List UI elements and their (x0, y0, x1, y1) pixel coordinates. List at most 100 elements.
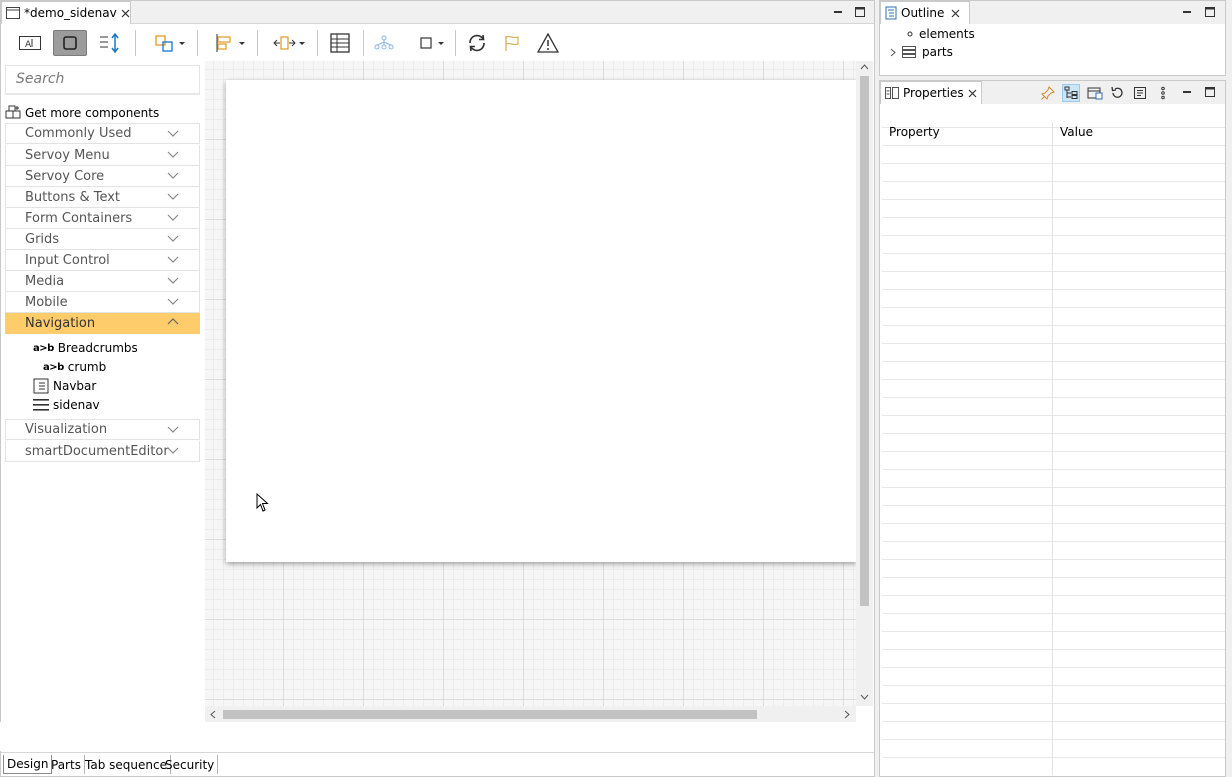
category-label: Visualization (25, 422, 108, 437)
distribute-dropdown-button[interactable] (269, 30, 309, 56)
properties-tab-bar: Properties (880, 81, 1225, 104)
maximize-icon[interactable] (1202, 4, 1218, 20)
warning-button[interactable] (534, 30, 562, 56)
toolbar-separator (317, 30, 318, 56)
properties-title: Properties (903, 86, 964, 100)
minimize-icon[interactable] (830, 4, 846, 20)
tab-tab-sequence[interactable]: Tab sequence (82, 755, 171, 774)
restore-default-icon[interactable] (1108, 84, 1126, 102)
category-label: Servoy Core (25, 168, 105, 184)
tab-security[interactable]: Security (162, 755, 219, 774)
component-breadcrumbs[interactable]: a>b Breadcrumbs (33, 339, 138, 357)
label-mode-button[interactable]: A (13, 30, 47, 56)
filter-advanced-icon[interactable] (1086, 84, 1104, 102)
editor-tab[interactable]: *demo_sidenav (1, 1, 131, 24)
scroll-up-icon[interactable] (860, 64, 869, 70)
scroll-right-icon[interactable] (844, 710, 850, 719)
chevron-down-icon (167, 212, 179, 222)
svg-text:A: A (25, 40, 32, 50)
maximize-icon[interactable] (852, 4, 868, 20)
component-label: sidenav (53, 398, 100, 412)
component-sidenav[interactable]: sidenav (33, 396, 100, 414)
properties-view: Properties Property Value (879, 80, 1226, 777)
component-crumb[interactable]: a>b crumb (43, 358, 106, 376)
outline-item-elements[interactable]: elements (907, 27, 975, 41)
properties-table[interactable]: Property Value (882, 123, 1225, 775)
view-menu-icon[interactable] (1154, 84, 1172, 102)
component-outline-button[interactable] (53, 30, 87, 56)
minimize-icon[interactable] (1179, 4, 1195, 20)
category-smartdocumenteditor[interactable]: smartDocumentEditor (5, 441, 200, 462)
maximize-icon[interactable] (1202, 84, 1218, 100)
search-input[interactable]: Search (5, 65, 200, 95)
vertical-scrollbar-thumb[interactable] (860, 76, 869, 606)
category-navigation[interactable]: Navigation (5, 313, 200, 334)
close-icon[interactable] (121, 6, 130, 20)
close-icon[interactable] (948, 6, 962, 20)
category-servoy-core[interactable]: Servoy Core (5, 166, 200, 187)
form-icon (6, 7, 20, 19)
category-input-control[interactable]: Input Control (5, 250, 200, 271)
pin-icon[interactable] (1039, 84, 1057, 102)
tab-parts[interactable]: Parts (48, 755, 85, 774)
hierarchy-button[interactable] (371, 30, 397, 56)
category-mobile[interactable]: Mobile (5, 292, 200, 313)
mouse-cursor-icon (256, 493, 270, 513)
close-icon[interactable] (968, 86, 977, 100)
category-visualization[interactable]: Visualization (5, 419, 200, 440)
resize-vertical-button[interactable] (95, 30, 125, 56)
outline-tab[interactable]: Outline (880, 1, 970, 24)
column-header-property[interactable]: Property (889, 125, 940, 139)
package-icon (5, 105, 21, 121)
chevron-down-icon (167, 149, 179, 159)
scroll-left-icon[interactable] (210, 710, 216, 719)
chevron-down-icon (167, 170, 179, 180)
outline-tab-bar: Outline (880, 1, 1225, 24)
category-servoy-menu[interactable]: Servoy Menu (5, 145, 200, 166)
category-grids[interactable]: Grids (5, 229, 200, 250)
tab-design[interactable]: Design (3, 755, 53, 774)
tab-label: Tab sequence (85, 757, 167, 772)
horizontal-scrollbar-thumb[interactable] (223, 710, 757, 719)
category-label: Servoy Menu (25, 147, 110, 163)
chevron-down-icon (167, 128, 179, 138)
tab-label: Design (7, 757, 49, 771)
category-label: Grids (25, 231, 60, 247)
align-dropdown-button[interactable] (209, 30, 249, 56)
group-dropdown-button[interactable] (149, 30, 189, 56)
chevron-right-icon[interactable] (890, 48, 896, 57)
outline-item-parts[interactable]: parts (890, 45, 953, 59)
bullet-icon (907, 31, 913, 37)
category-commonly-used[interactable]: Commonly Used (5, 123, 200, 144)
column-header-value[interactable]: Value (1060, 125, 1093, 139)
document-icon[interactable] (1131, 84, 1149, 102)
column-separator[interactable] (1052, 123, 1053, 775)
breadcrumb-icon: a>b (43, 361, 64, 373)
categories-toggle-icon[interactable] (1062, 84, 1080, 102)
category-label: smartDocumentEditor (25, 443, 169, 459)
category-buttons-text[interactable]: Buttons & Text (5, 187, 200, 208)
editor-tab-title: *demo_sidenav (24, 6, 117, 20)
tab-label: Parts (51, 757, 81, 772)
category-media[interactable]: Media (5, 271, 200, 292)
scroll-down-icon[interactable] (860, 694, 869, 700)
get-more-components-link[interactable]: Get more components (5, 105, 159, 121)
toolbar-separator (455, 30, 456, 56)
selection-dropdown-button[interactable] (415, 30, 449, 56)
editor-toolbar: A (1, 25, 874, 61)
table-view-button[interactable] (327, 30, 353, 56)
toolbar-separator (257, 30, 258, 56)
flag-button[interactable] (499, 30, 525, 56)
minimize-icon[interactable] (1179, 84, 1195, 100)
parts-icon (902, 46, 916, 58)
component-navbar[interactable]: Navbar (33, 377, 96, 395)
properties-tab[interactable]: Properties (880, 81, 982, 104)
refresh-button[interactable] (463, 30, 491, 56)
get-more-components-label: Get more components (25, 106, 160, 120)
editor-footer-area (0, 722, 873, 751)
form-area[interactable] (226, 80, 856, 562)
hamburger-icon (33, 397, 49, 413)
toolbar-separator (197, 30, 198, 56)
outline-icon (885, 6, 897, 20)
category-form-containers[interactable]: Form Containers (5, 208, 200, 229)
